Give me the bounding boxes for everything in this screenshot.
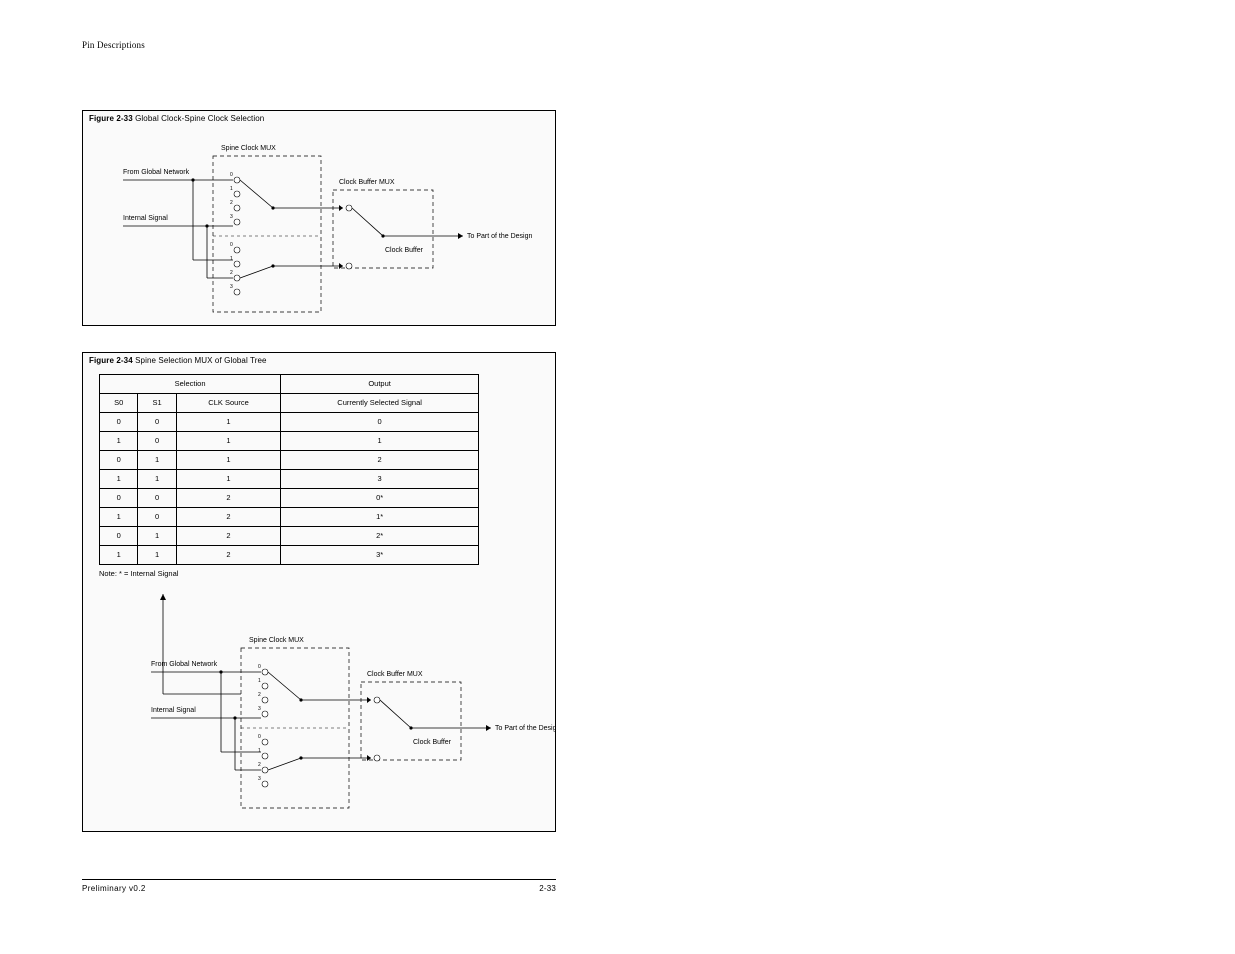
table-row: 1123* — [100, 545, 479, 564]
svg-text:Spine Clock MUX: Spine Clock MUX — [221, 145, 276, 152]
table-note: Note: * = Internal Signal — [99, 569, 555, 578]
table-row: 0010 — [100, 412, 479, 431]
page-number: 2-33 — [539, 884, 556, 893]
footer-left: Preliminary v0.2 — [82, 884, 146, 893]
page-header: Pin Descriptions — [82, 40, 145, 50]
figure-2-34: Figure 2-34 Spine Selection MUX of Globa… — [82, 352, 556, 832]
svg-text:2: 2 — [258, 692, 261, 698]
svg-text:To Part of the Design: To Part of the Design — [495, 725, 555, 732]
table-row: 0020* — [100, 488, 479, 507]
diagram-svg: 0 1 2 3 0 1 2 3 — [83, 586, 555, 826]
figure-title: Global Clock-Spine Clock Selection — [135, 114, 264, 123]
table-row: 0112 — [100, 450, 479, 469]
svg-text:2: 2 — [230, 200, 233, 206]
truth-table: Selection Output S0 S1 CLK Source Curren… — [99, 374, 479, 565]
svg-text:To Part of the Design: To Part of the Design — [467, 233, 532, 240]
svg-text:2: 2 — [230, 270, 233, 276]
svg-text:1: 1 — [258, 678, 261, 684]
svg-text:1: 1 — [230, 186, 233, 192]
svg-text:0: 0 — [230, 242, 233, 248]
table-head-output: Output — [281, 374, 479, 393]
table-head-s0: S0 — [100, 393, 138, 412]
svg-text:Clock Buffer MUX: Clock Buffer MUX — [367, 671, 423, 678]
table-head-sig: Currently Selected Signal — [281, 393, 479, 412]
svg-text:Clock Buffer: Clock Buffer — [413, 739, 452, 746]
svg-text:From Global Network: From Global Network — [123, 169, 190, 176]
svg-text:0: 0 — [230, 172, 233, 178]
svg-text:1: 1 — [230, 256, 233, 262]
table-head-s1: S1 — [138, 393, 176, 412]
svg-text:0: 0 — [258, 664, 261, 670]
svg-text:From Global Network: From Global Network — [151, 661, 218, 668]
table-row: 0122* — [100, 526, 479, 545]
diagram-svg: 0 1 2 3 0 1 2 3 — [83, 128, 555, 324]
svg-text:3: 3 — [258, 776, 261, 782]
table-head-clk: CLK Source — [176, 393, 280, 412]
svg-text:1: 1 — [258, 748, 261, 754]
figure-caption: Figure 2-34 Spine Selection MUX of Globa… — [83, 353, 555, 370]
svg-text:3: 3 — [230, 214, 233, 220]
svg-text:Internal Signal: Internal Signal — [123, 215, 168, 222]
figure-number: Figure 2-34 — [89, 356, 133, 365]
svg-text:Spine Clock MUX: Spine Clock MUX — [249, 637, 304, 644]
figure-number: Figure 2-33 — [89, 114, 133, 123]
svg-text:3: 3 — [230, 284, 233, 290]
svg-text:2: 2 — [258, 762, 261, 768]
svg-text:Clock Buffer MUX: Clock Buffer MUX — [339, 179, 395, 186]
svg-text:0: 0 — [258, 734, 261, 740]
table-head-selection: Selection — [100, 374, 281, 393]
svg-text:Clock Buffer: Clock Buffer — [385, 247, 424, 254]
table-row: 1113 — [100, 469, 479, 488]
figure-2-33: Figure 2-33 Global Clock-Spine Clock Sel… — [82, 110, 556, 326]
svg-text:3: 3 — [258, 706, 261, 712]
table-row: 1011 — [100, 431, 479, 450]
svg-text:Internal Signal: Internal Signal — [151, 707, 196, 714]
figure-title: Spine Selection MUX of Global Tree — [135, 356, 266, 365]
page-footer: Preliminary v0.2 2-33 — [82, 879, 556, 893]
figure-caption: Figure 2-33 Global Clock-Spine Clock Sel… — [83, 111, 555, 128]
table-row: 1021* — [100, 507, 479, 526]
